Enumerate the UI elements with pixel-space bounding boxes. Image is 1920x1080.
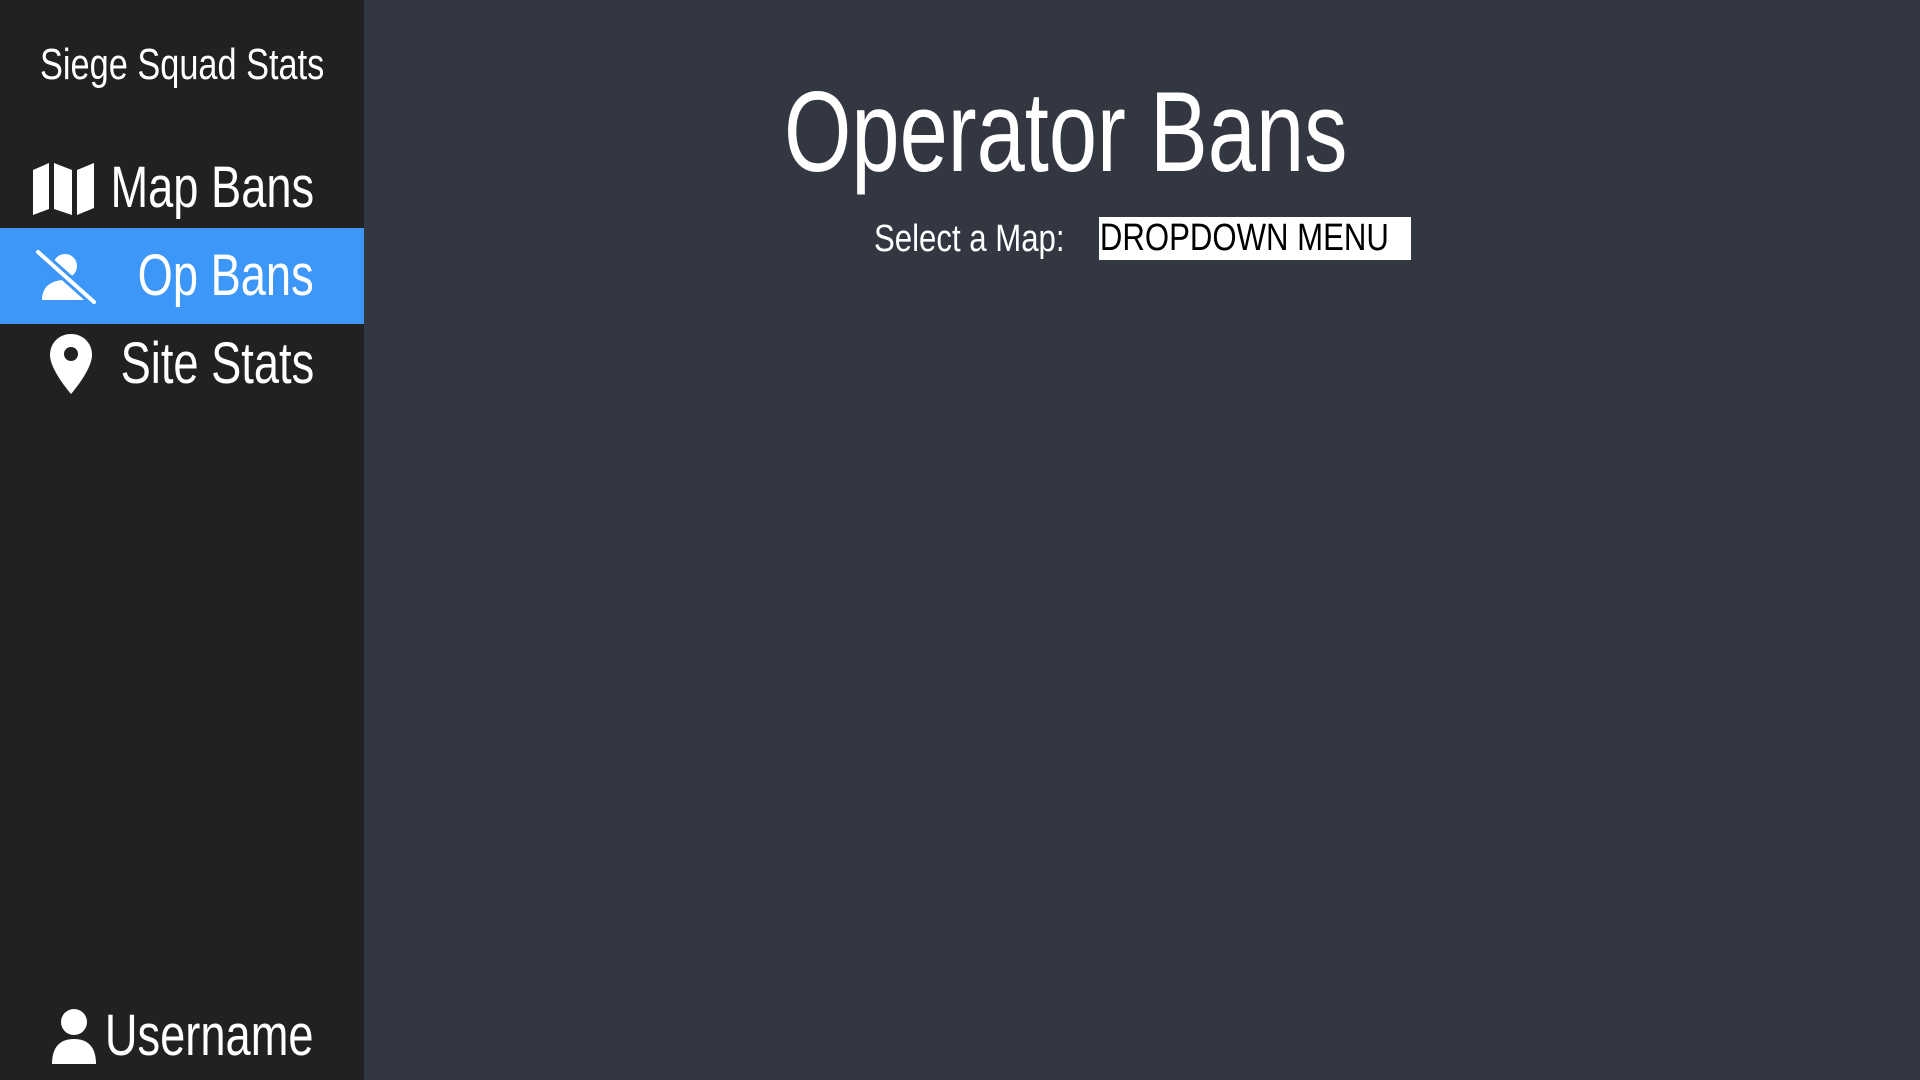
user-menu[interactable]: Username [0, 988, 364, 1080]
map-marker-icon [50, 334, 92, 394]
nav-item-op-bans[interactable]: Op Bans [0, 228, 364, 324]
nav-item-map-bans[interactable]: Map Bans [0, 140, 364, 236]
main-content: Operator Bans Select a Map: DROPDOWN MEN… [364, 0, 1920, 1080]
sidebar: Siege Squad Stats Map Bans Op Bans Site … [0, 0, 364, 1080]
nav-item-site-stats[interactable]: Site Stats [0, 316, 364, 412]
nav-item-label: Op Bans [137, 243, 314, 308]
user-icon [52, 1009, 96, 1064]
user-slash-icon [33, 247, 98, 307]
map-dropdown[interactable]: DROPDOWN MENU [1099, 217, 1411, 260]
nav-item-label: Map Bans [110, 155, 314, 220]
map-dropdown-value: DROPDOWN MENU [1099, 217, 1389, 259]
username: Username [105, 1003, 314, 1068]
nav-item-label: Site Stats [120, 331, 314, 396]
app-root: Siege Squad Stats Map Bans Op Bans Site … [0, 0, 1920, 1080]
page-title: Operator Bans [784, 69, 1348, 196]
map-icon [33, 163, 94, 215]
brand-title: Siege Squad Stats [40, 40, 325, 89]
select-map-label: Select a Map: [874, 218, 1065, 260]
